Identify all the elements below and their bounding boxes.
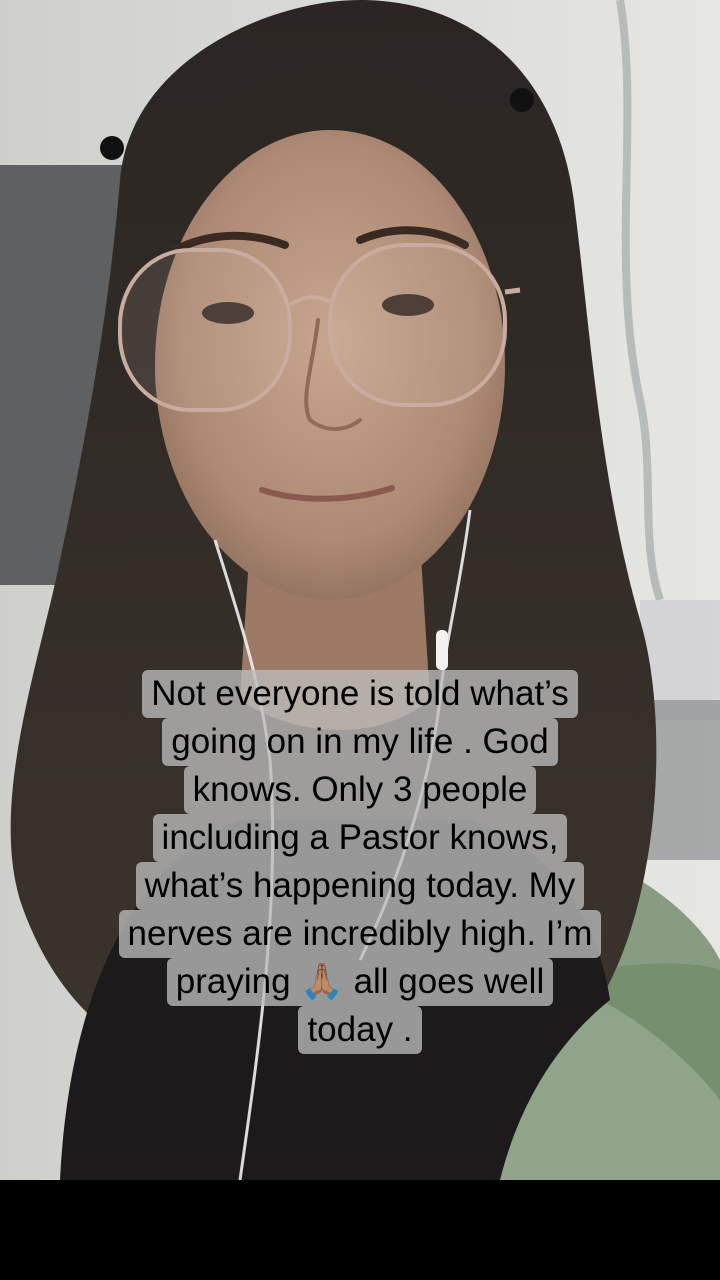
caption-line: praying 🙏🏽 all goes well [166,958,554,1006]
caption-line: knows. Only 3 people [183,766,537,814]
bottom-black-bar [0,1180,720,1280]
caption-line: nerves are incredibly high. I’m [118,910,602,958]
caption-line: going on in my life . God [162,718,558,766]
video-caption: Not everyone is told what’s going on in … [0,670,720,1054]
caption-line: including a Pastor knows, [152,814,568,862]
caption-line: what’s happening today. My [135,862,585,910]
caption-line: today . [298,1006,422,1054]
caption-line: Not everyone is told what’s [142,670,578,718]
